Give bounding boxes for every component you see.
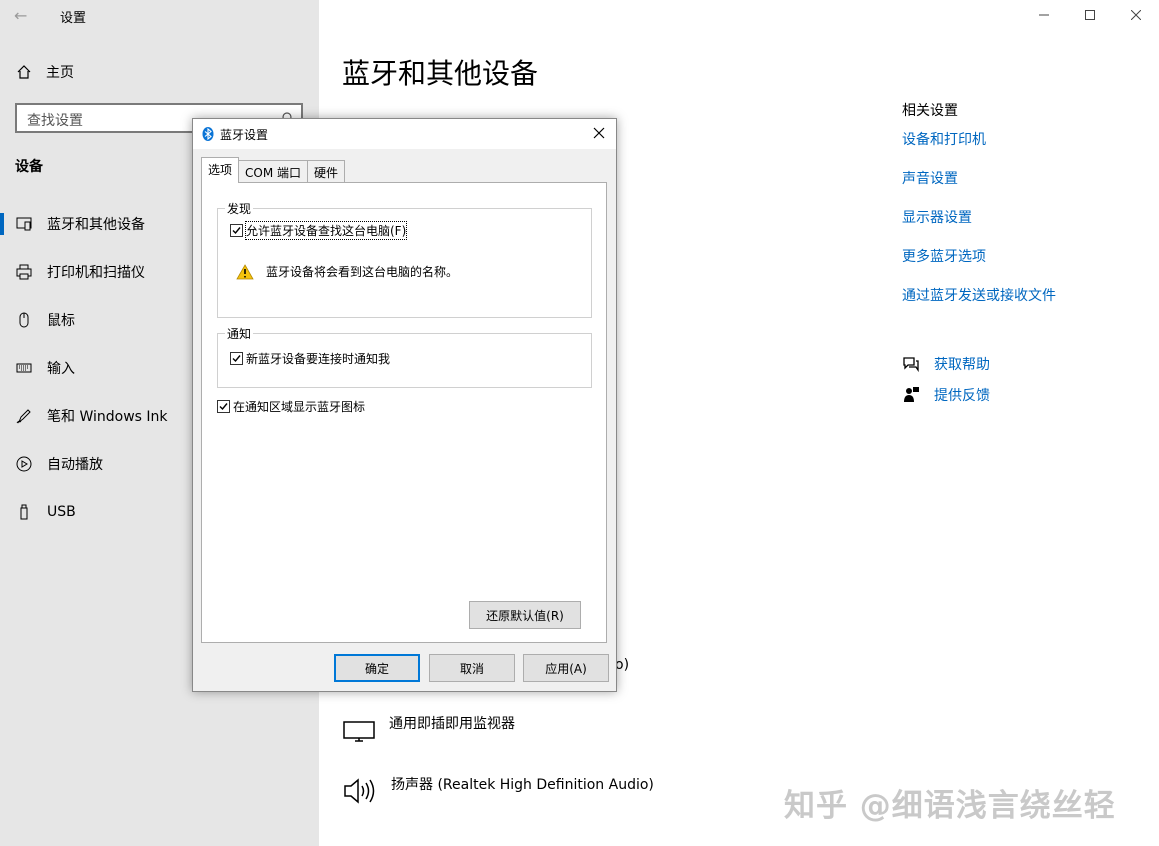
notify-new-device-checkbox[interactable]: 新蓝牙设备要连接时通知我 (230, 350, 390, 367)
maximize-button[interactable] (1067, 0, 1113, 30)
notify-new-device-label: 新蓝牙设备要连接时通知我 (246, 352, 391, 366)
minimize-icon (1039, 14, 1049, 16)
sidebar-item-label: 蓝牙和其他设备 (47, 217, 145, 233)
tab-com-ports[interactable]: COM 端口 (238, 160, 309, 183)
discovery-group: 发现 允许蓝牙设备查找这台电脑(F) 蓝牙设备将会看到这台电脑的名称。 (217, 200, 592, 318)
pen-icon (16, 408, 32, 424)
sidebar-item-label: 笔和 Windows Ink (47, 409, 168, 425)
device-monitor[interactable]: 通用即插即用监视器 (343, 716, 515, 742)
show-tray-icon-checkbox[interactable]: 在通知区域显示蓝牙图标 (217, 398, 365, 415)
dialog-titlebar: 蓝牙设置 (193, 119, 616, 149)
apply-button[interactable]: 应用(A) (523, 654, 609, 682)
warning-icon (236, 263, 254, 279)
dialog-close-button[interactable] (590, 124, 608, 142)
warning-text: 蓝牙设备将会看到这台电脑的名称。 (266, 265, 459, 279)
dialog-title: 蓝牙设置 (220, 127, 269, 142)
feedback-icon (904, 386, 919, 402)
help-chat-icon (903, 356, 919, 372)
maximize-icon (1085, 10, 1095, 20)
restore-defaults-button[interactable]: 还原默认值(R) (469, 601, 581, 629)
mouse-icon (16, 312, 32, 328)
help-section: 获取帮助 提供反馈 (902, 348, 990, 410)
bluetooth-devices-icon (16, 216, 32, 232)
checkbox-checked-icon (230, 224, 243, 237)
close-icon (1131, 10, 1141, 20)
options-panel: 发现 允许蓝牙设备查找这台电脑(F) 蓝牙设备将会看到这台电脑的名称。 通知 新… (201, 182, 607, 643)
allow-discovery-label: 允许蓝牙设备查找这台电脑(F) (244, 221, 408, 240)
keyboard-icon (16, 360, 32, 376)
bluetooth-settings-dialog: 蓝牙设置 选项 COM 端口 硬件 发现 允许蓝牙设备查找这台电脑(F) 蓝牙设… (192, 118, 617, 692)
home-link[interactable]: 主页 (16, 62, 74, 82)
home-icon (16, 64, 32, 80)
device-label: 通用即插即用监视器 (389, 716, 515, 732)
app-title: 设置 (60, 11, 87, 26)
checkbox-checked-icon (230, 352, 243, 365)
link-devices-printers[interactable]: 设备和打印机 (902, 129, 1056, 168)
sidebar-item-label: 自动播放 (47, 457, 103, 473)
notification-group-label: 通知 (225, 325, 254, 342)
get-help-link[interactable]: 获取帮助 (902, 348, 990, 379)
notification-group: 通知 新蓝牙设备要连接时通知我 (217, 325, 592, 388)
search-placeholder: 查找设置 (27, 113, 83, 129)
discovery-group-label: 发现 (225, 200, 254, 217)
sidebar-item-label: 输入 (47, 361, 75, 377)
feedback-label: 提供反馈 (934, 387, 990, 404)
sidebar-item-label: 鼠标 (47, 313, 75, 329)
device-label: 扬声器 (Realtek High Definition Audio) (391, 777, 654, 793)
sidebar-item-label: 打印机和扫描仪 (47, 265, 145, 281)
section-title: 设备 (15, 159, 43, 175)
usb-icon (16, 504, 32, 520)
tab-hardware[interactable]: 硬件 (307, 160, 346, 183)
autoplay-icon (16, 456, 32, 472)
sidebar-item-label: USB (47, 504, 76, 520)
close-icon (593, 127, 605, 139)
link-display-settings[interactable]: 显示器设置 (902, 207, 1056, 246)
link-bluetooth-files[interactable]: 通过蓝牙发送或接收文件 (902, 285, 1056, 324)
monitor-icon (343, 721, 375, 742)
show-tray-icon-label: 在通知区域显示蓝牙图标 (233, 400, 366, 414)
ok-button[interactable]: 确定 (334, 654, 420, 682)
speaker-icon (344, 778, 375, 804)
cancel-button[interactable]: 取消 (429, 654, 515, 682)
device-speaker[interactable]: 扬声器 (Realtek High Definition Audio) (343, 776, 654, 806)
link-sound-settings[interactable]: 声音设置 (902, 168, 1056, 207)
printer-icon (16, 264, 32, 280)
minimize-button[interactable] (1021, 0, 1067, 30)
bluetooth-icon (202, 127, 214, 141)
checkbox-checked-icon (217, 400, 230, 413)
get-help-label: 获取帮助 (934, 356, 990, 373)
related-settings-title: 相关设置 (902, 103, 958, 119)
warning-message: 蓝牙设备将会看到这台电脑的名称。 (236, 263, 458, 280)
link-more-bluetooth[interactable]: 更多蓝牙选项 (902, 246, 1056, 285)
close-button[interactable] (1113, 0, 1159, 30)
feedback-link[interactable]: 提供反馈 (902, 379, 990, 410)
partial-device-text: o) (615, 657, 630, 673)
allow-discovery-checkbox[interactable]: 允许蓝牙设备查找这台电脑(F) (230, 221, 408, 240)
tab-options[interactable]: 选项 (201, 157, 240, 183)
watermark: 知乎 @细语浅言绕丝轻 (784, 788, 1116, 824)
home-label: 主页 (46, 65, 74, 81)
back-arrow-icon[interactable]: ← (14, 6, 27, 25)
window-controls (1021, 0, 1159, 30)
related-settings: 相关设置 设备和打印机 声音设置 显示器设置 更多蓝牙选项 通过蓝牙发送或接收文… (902, 100, 1056, 324)
dialog-tabs: 选项 COM 端口 硬件 (201, 157, 346, 183)
page-title: 蓝牙和其他设备 (342, 57, 539, 90)
